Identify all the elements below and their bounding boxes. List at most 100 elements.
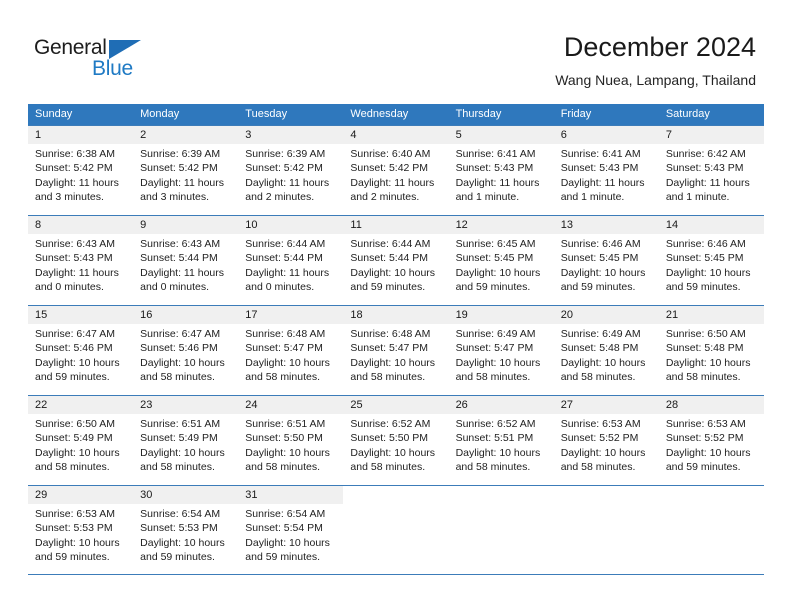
sunrise-text: Sunrise: 6:52 AM [350,418,431,430]
day-number: 23 [133,396,239,414]
sunset-text: Sunset: 5:43 PM [665,162,744,175]
day-number: 31 [238,486,344,504]
day-cell[interactable]: 18 Sunrise: 6:48 AM Sunset: 5:47 PM Dayl… [343,306,449,395]
sunset-text: Sunset: 5:50 PM [350,432,429,445]
daylight-text: Daylight: 10 hours and 59 minutes. [665,266,751,293]
day-cell[interactable]: 9 Sunrise: 6:43 AM Sunset: 5:44 PM Dayli… [133,216,239,305]
day-number: 12 [448,216,554,234]
calendar-page: General Blue December 2024 Wang Nuea, La… [0,0,792,612]
day-cell[interactable]: 25 Sunrise: 6:52 AM Sunset: 5:50 PM Dayl… [343,396,449,485]
day-cell[interactable]: 29 Sunrise: 6:53 AM Sunset: 5:53 PM Dayl… [28,486,134,574]
day-number: 4 [343,126,449,144]
day-cell-empty [658,486,764,574]
daylight-text: Daylight: 10 hours and 59 minutes. [35,356,120,383]
day-cell[interactable]: 13 Sunrise: 6:46 AM Sunset: 5:45 PM Dayl… [553,216,659,305]
day-info: Sunrise: 6:52 AM Sunset: 5:51 PM Dayligh… [449,414,554,474]
week-row: 29 Sunrise: 6:53 AM Sunset: 5:53 PM Dayl… [28,485,764,575]
sunrise-text: Sunrise: 6:47 AM [140,328,221,340]
day-cell[interactable]: 3 Sunrise: 6:39 AM Sunset: 5:42 PM Dayli… [238,126,344,215]
sunset-text: Sunset: 5:42 PM [35,162,113,175]
daylight-text: Daylight: 10 hours and 58 minutes. [455,356,541,383]
day-cell[interactable]: 22 Sunrise: 6:50 AM Sunset: 5:49 PM Dayl… [28,396,134,485]
week-row: 22 Sunrise: 6:50 AM Sunset: 5:49 PM Dayl… [28,395,764,485]
daylight-text: Daylight: 11 hours and 0 minutes. [35,266,119,293]
day-number [553,486,659,504]
day-cell[interactable]: 20 Sunrise: 6:49 AM Sunset: 5:48 PM Dayl… [553,306,659,395]
day-cell[interactable]: 10 Sunrise: 6:44 AM Sunset: 5:44 PM Dayl… [238,216,344,305]
daylight-text: Daylight: 11 hours and 1 minute. [455,176,540,203]
day-info: Sunrise: 6:48 AM Sunset: 5:47 PM Dayligh… [238,324,343,384]
sunset-text: Sunset: 5:45 PM [455,252,534,265]
day-info: Sunrise: 6:54 AM Sunset: 5:53 PM Dayligh… [133,504,238,564]
logo-text-blue: Blue [92,57,133,80]
day-cell[interactable]: 11 Sunrise: 6:44 AM Sunset: 5:44 PM Dayl… [343,216,449,305]
day-cell[interactable]: 5 Sunrise: 6:41 AM Sunset: 5:43 PM Dayli… [448,126,554,215]
sunrise-text: Sunrise: 6:49 AM [455,328,536,340]
day-info: Sunrise: 6:53 AM Sunset: 5:52 PM Dayligh… [554,414,659,474]
generalblue-logo[interactable]: General Blue [34,36,164,82]
day-cell[interactable]: 2 Sunrise: 6:39 AM Sunset: 5:42 PM Dayli… [133,126,239,215]
daylight-text: Daylight: 11 hours and 1 minute. [560,176,645,203]
daylight-text: Daylight: 10 hours and 58 minutes. [350,446,436,473]
day-cell[interactable]: 23 Sunrise: 6:51 AM Sunset: 5:49 PM Dayl… [133,396,239,485]
day-cell[interactable]: 24 Sunrise: 6:51 AM Sunset: 5:50 PM Dayl… [238,396,344,485]
day-number: 15 [28,306,134,324]
sunrise-text: Sunrise: 6:43 AM [35,238,115,250]
day-info: Sunrise: 6:41 AM Sunset: 5:43 PM Dayligh… [554,144,659,204]
sunset-text: Sunset: 5:43 PM [455,162,534,175]
day-number: 7 [658,126,764,144]
day-cell[interactable]: 30 Sunrise: 6:54 AM Sunset: 5:53 PM Dayl… [133,486,239,574]
sunrise-text: Sunrise: 6:51 AM [245,418,326,430]
day-cell[interactable]: 28 Sunrise: 6:53 AM Sunset: 5:52 PM Dayl… [658,396,764,485]
day-info: Sunrise: 6:51 AM Sunset: 5:49 PM Dayligh… [133,414,238,474]
day-cell[interactable]: 31 Sunrise: 6:54 AM Sunset: 5:54 PM Dayl… [238,486,344,574]
sunrise-text: Sunrise: 6:46 AM [560,238,641,250]
sunrise-text: Sunrise: 6:43 AM [140,238,221,250]
day-cell[interactable]: 26 Sunrise: 6:52 AM Sunset: 5:51 PM Dayl… [448,396,554,485]
day-number: 2 [133,126,239,144]
sunset-text: Sunset: 5:50 PM [245,432,323,445]
daylight-text: Daylight: 10 hours and 59 minutes. [665,446,751,473]
day-info: Sunrise: 6:43 AM Sunset: 5:44 PM Dayligh… [133,234,238,294]
daylight-text: Daylight: 10 hours and 58 minutes. [455,446,541,473]
day-cell[interactable]: 6 Sunrise: 6:41 AM Sunset: 5:43 PM Dayli… [553,126,659,215]
day-number: 8 [28,216,134,234]
sunrise-text: Sunrise: 6:51 AM [140,418,221,430]
day-number: 28 [658,396,764,414]
day-cell[interactable]: 14 Sunrise: 6:46 AM Sunset: 5:45 PM Dayl… [658,216,764,305]
sunset-text: Sunset: 5:44 PM [350,252,429,265]
sunset-text: Sunset: 5:52 PM [665,432,744,445]
sunrise-text: Sunrise: 6:48 AM [350,328,431,340]
day-number: 1 [28,126,134,144]
day-cell[interactable]: 21 Sunrise: 6:50 AM Sunset: 5:48 PM Dayl… [658,306,764,395]
day-info: Sunrise: 6:39 AM Sunset: 5:42 PM Dayligh… [238,144,343,204]
day-cell[interactable]: 17 Sunrise: 6:48 AM Sunset: 5:47 PM Dayl… [238,306,344,395]
day-cell[interactable]: 15 Sunrise: 6:47 AM Sunset: 5:46 PM Dayl… [28,306,134,395]
weekday-header-thursday: Thursday [455,108,502,120]
day-info: Sunrise: 6:46 AM Sunset: 5:45 PM Dayligh… [659,234,764,294]
weekday-header-row: Sunday Monday Tuesday Wednesday Thursday… [28,104,764,125]
day-info: Sunrise: 6:43 AM Sunset: 5:43 PM Dayligh… [28,234,133,294]
week-row: 1 Sunrise: 6:38 AM Sunset: 5:42 PM Dayli… [28,125,764,215]
day-cell[interactable]: 7 Sunrise: 6:42 AM Sunset: 5:43 PM Dayli… [658,126,764,215]
daylight-text: Daylight: 10 hours and 58 minutes. [140,446,225,473]
sunset-text: Sunset: 5:45 PM [560,252,639,265]
week-row: 8 Sunrise: 6:43 AM Sunset: 5:43 PM Dayli… [28,215,764,305]
day-cell[interactable]: 4 Sunrise: 6:40 AM Sunset: 5:42 PM Dayli… [343,126,449,215]
sunset-text: Sunset: 5:46 PM [140,342,218,355]
day-info: Sunrise: 6:49 AM Sunset: 5:48 PM Dayligh… [554,324,659,384]
sunrise-text: Sunrise: 6:50 AM [35,418,115,430]
sunrise-text: Sunrise: 6:41 AM [560,148,641,160]
sunrise-text: Sunrise: 6:53 AM [560,418,641,430]
day-cell[interactable]: 27 Sunrise: 6:53 AM Sunset: 5:52 PM Dayl… [553,396,659,485]
day-cell[interactable]: 16 Sunrise: 6:47 AM Sunset: 5:46 PM Dayl… [133,306,239,395]
sunrise-text: Sunrise: 6:47 AM [35,328,115,340]
day-info: Sunrise: 6:45 AM Sunset: 5:45 PM Dayligh… [449,234,554,294]
day-cell[interactable]: 8 Sunrise: 6:43 AM Sunset: 5:43 PM Dayli… [28,216,134,305]
day-cell[interactable]: 1 Sunrise: 6:38 AM Sunset: 5:42 PM Dayli… [28,126,134,215]
day-cell[interactable]: 12 Sunrise: 6:45 AM Sunset: 5:45 PM Dayl… [448,216,554,305]
day-cell[interactable]: 19 Sunrise: 6:49 AM Sunset: 5:47 PM Dayl… [448,306,554,395]
day-info: Sunrise: 6:53 AM Sunset: 5:52 PM Dayligh… [659,414,764,474]
weekday-header-wednesday: Wednesday [350,108,409,120]
day-number [343,486,449,504]
